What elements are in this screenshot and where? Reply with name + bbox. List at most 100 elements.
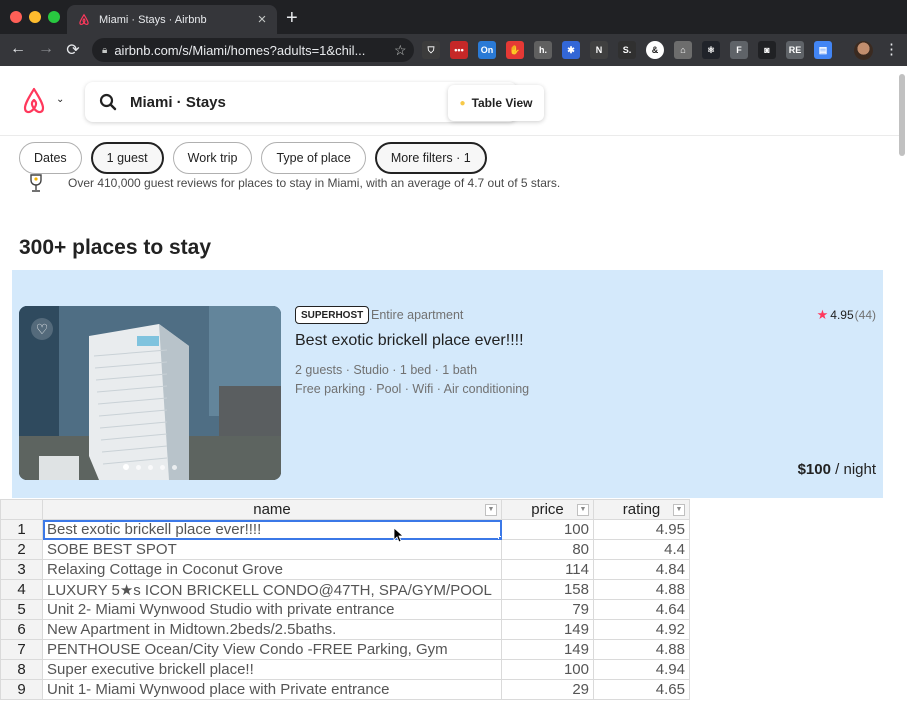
address-bar[interactable]: 🔒︎ airbnb.com/s/Miami/homes?adults=1&chi…: [92, 38, 414, 62]
pocket-icon[interactable]: ⛉: [422, 41, 440, 59]
cell-name[interactable]: SOBE BEST SPOT: [42, 539, 502, 560]
photo-dot[interactable]: [136, 464, 141, 470]
row-number[interactable]: 2: [0, 539, 43, 560]
row-number[interactable]: 5: [0, 599, 43, 620]
cell-price[interactable]: 100: [501, 659, 594, 680]
photo-dot[interactable]: [160, 464, 165, 470]
cell-rating[interactable]: 4.4: [593, 539, 690, 560]
lastpass-icon[interactable]: •••: [450, 41, 468, 59]
react-icon[interactable]: ⚛: [702, 41, 720, 59]
row-number[interactable]: 3: [0, 559, 43, 580]
scrollbar[interactable]: [899, 74, 905, 156]
filter-guests-button[interactable]: 1 guest: [90, 142, 164, 174]
photo-dot[interactable]: [123, 464, 129, 470]
column-header-label: rating: [622, 501, 661, 518]
cell-price[interactable]: 80: [501, 539, 594, 560]
column-header-price[interactable]: price ▼: [501, 499, 594, 520]
tab-close-icon[interactable]: ×: [253, 11, 271, 28]
row-number[interactable]: 9: [0, 679, 43, 700]
cell-price[interactable]: 79: [501, 599, 594, 620]
notion-icon[interactable]: N: [590, 41, 608, 59]
f-icon[interactable]: F: [730, 41, 748, 59]
bookmark-star-icon[interactable]: ☆: [394, 42, 414, 59]
fill-handle[interactable]: [498, 536, 501, 539]
profile-avatar[interactable]: [854, 41, 873, 60]
row-number-text: 4: [17, 581, 26, 598]
filter-dropdown-icon[interactable]: ▼: [485, 504, 497, 516]
row-number[interactable]: 4: [0, 579, 43, 600]
cell-name[interactable]: Super executive brickell place!!: [42, 659, 502, 680]
adblock-icon[interactable]: ✋: [506, 41, 524, 59]
stamp-icon[interactable]: ⌂: [674, 41, 692, 59]
row-number[interactable]: 1: [0, 519, 43, 540]
new-tab-button[interactable]: +: [286, 7, 298, 30]
table-row: 6 New Apartment in Midtown.2beds/2.5baths…: [0, 619, 690, 640]
cell-rating[interactable]: 4.65: [593, 679, 690, 700]
cell-price[interactable]: 29: [501, 679, 594, 700]
heart-icon[interactable]: ♡: [31, 318, 53, 340]
filter-dates-button[interactable]: Dates: [19, 142, 82, 174]
column-header-name[interactable]: name ▼: [42, 499, 502, 520]
cell-rating[interactable]: 4.88: [593, 639, 690, 660]
filter-type-of-place-button[interactable]: Type of place: [261, 142, 366, 174]
cell-name-text: LUXURY 5★s ICON BRICKELL CONDO@47TH, SPA…: [47, 581, 492, 599]
column-header-rating[interactable]: rating ▼: [593, 499, 690, 520]
forward-arrow-icon[interactable]: →: [36, 40, 56, 58]
cell-rating[interactable]: 4.84: [593, 559, 690, 580]
photo-dot[interactable]: [172, 464, 177, 470]
cell-price[interactable]: 149: [501, 639, 594, 660]
filter-work-trip-button[interactable]: Work trip: [172, 142, 253, 174]
airbnb-logo-icon[interactable]: [20, 86, 48, 116]
row-number[interactable]: 7: [0, 639, 43, 660]
trophy-icon: [30, 174, 42, 192]
cell-rating[interactable]: 4.64: [593, 599, 690, 620]
listing-photo[interactable]: ♡: [19, 306, 281, 480]
cell-name[interactable]: Best exotic brickell place ever!!!!: [42, 519, 502, 540]
cell-price[interactable]: 158: [501, 579, 594, 600]
docs-icon[interactable]: ▤: [814, 41, 832, 59]
corner-cell[interactable]: [0, 499, 43, 520]
cell-name[interactable]: Relaxing Cottage in Coconut Grove: [42, 559, 502, 580]
cell-rating[interactable]: 4.92: [593, 619, 690, 640]
more-filters-button[interactable]: More filters · 1: [374, 142, 487, 174]
filter-dropdown-icon[interactable]: ▼: [577, 504, 589, 516]
cell-rating-text: 4.92: [655, 621, 685, 638]
cell-name[interactable]: PENTHOUSE Ocean/City View Condo -FREE Pa…: [42, 639, 502, 660]
table-view-label: Table View: [471, 96, 533, 110]
table-row: 8 Super executive brickell place!! 100 4.94: [0, 659, 690, 680]
snippet-icon[interactable]: ✱: [562, 41, 580, 59]
browser-tab[interactable]: Miami · Stays · Airbnb ×: [67, 5, 277, 34]
cell-name[interactable]: LUXURY 5★s ICON BRICKELL CONDO@47TH, SPA…: [42, 579, 502, 600]
row-number[interactable]: 6: [0, 619, 43, 640]
honey-icon[interactable]: h.: [534, 41, 552, 59]
cell-name[interactable]: Unit 1- Miami Wynwood place with Private…: [42, 679, 502, 700]
row-number[interactable]: 8: [0, 659, 43, 680]
close-window-button[interactable]: [10, 11, 22, 23]
table-view-button[interactable]: ● Table View: [448, 85, 544, 121]
listing-title[interactable]: Best exotic brickell place ever!!!!: [295, 332, 524, 350]
cell-price[interactable]: 114: [501, 559, 594, 580]
minimize-window-button[interactable]: [29, 11, 41, 23]
cell-price[interactable]: 149: [501, 619, 594, 640]
cell-name[interactable]: Unit 2- Miami Wynwood Studio with privat…: [42, 599, 502, 620]
cell-name[interactable]: New Apartment in Midtown.2beds/2.5baths.: [42, 619, 502, 640]
s-icon[interactable]: S.: [618, 41, 636, 59]
browser-menu-icon[interactable]: ⋮: [884, 40, 899, 58]
reload-icon[interactable]: ⟳: [63, 40, 83, 60]
cell-rating[interactable]: 4.94: [593, 659, 690, 680]
photo-dot[interactable]: [148, 464, 153, 470]
toggl-icon[interactable]: On: [478, 41, 496, 59]
maximize-window-button[interactable]: [48, 11, 60, 23]
bulb-icon: ●: [459, 97, 466, 109]
cell-rating[interactable]: 4.95: [593, 519, 690, 540]
filter-dropdown-icon[interactable]: ▼: [673, 504, 685, 516]
ampersand-icon[interactable]: &: [646, 41, 664, 59]
cell-price[interactable]: 100: [501, 519, 594, 540]
cell-rating[interactable]: 4.88: [593, 579, 690, 600]
logo-chevron-down-icon[interactable]: ⌄: [56, 94, 64, 105]
camera-icon[interactable]: ◙: [758, 41, 776, 59]
listing-card[interactable]: ♡ SUPERHOST Entire apartment ★ 4.95 (44)…: [12, 270, 883, 498]
back-arrow-icon[interactable]: ←: [8, 40, 28, 58]
column-header-label: price: [531, 501, 564, 518]
re-icon[interactable]: RE: [786, 41, 804, 59]
